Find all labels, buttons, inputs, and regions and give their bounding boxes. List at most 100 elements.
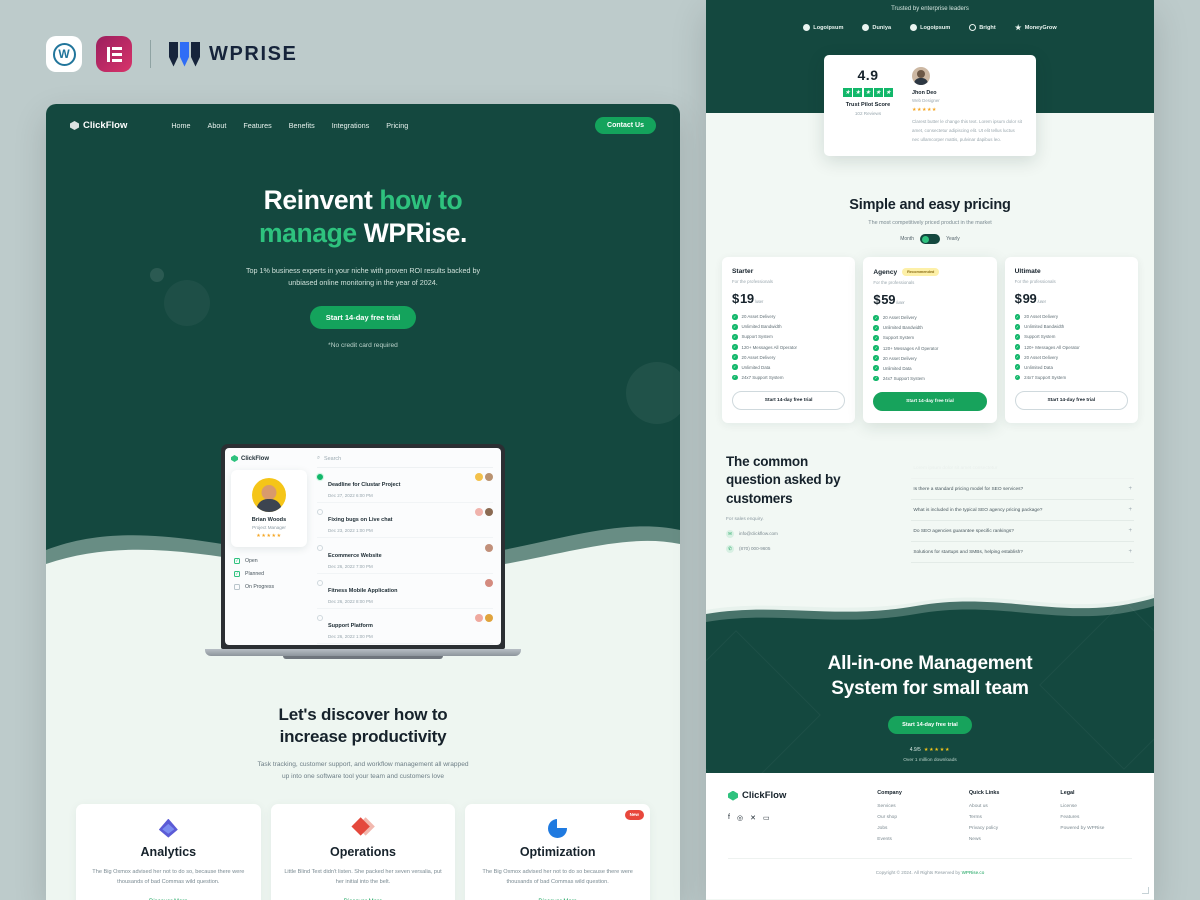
plan-per: /user [1037, 299, 1046, 304]
filter-label: On Progress [245, 583, 275, 590]
plan-per: /user [754, 299, 764, 304]
contact-email[interactable]: ✉ info@clickflow.com [726, 529, 897, 538]
copyright-link[interactable]: WPRise.co [962, 870, 985, 875]
footer-link[interactable]: Features [1060, 815, 1132, 820]
faq-title: The common question asked by customers [726, 453, 897, 508]
nav-item-features[interactable]: Features [243, 121, 271, 130]
facebook-icon[interactable]: f [728, 814, 730, 822]
plan-trial-button[interactable]: Start 14-day free trial [873, 392, 987, 412]
nav-item-benefits[interactable]: Benefits [289, 121, 315, 130]
toggle-switch[interactable] [920, 234, 941, 244]
hero-note: *No credit card required [328, 341, 398, 349]
footer-column-company: Company Services Our shop Jobs Events [877, 790, 949, 842]
rating-value: 4.9/5 [909, 747, 921, 754]
footer-link[interactable]: Jobs [877, 826, 949, 831]
plus-icon[interactable]: + [1128, 528, 1132, 534]
brand-bar: WPRISE [46, 36, 298, 72]
footer-link[interactable]: Terms [969, 815, 1041, 820]
footer-copyright: Copyright © 2024. All Rights Reserved by… [728, 858, 1132, 875]
plan-features: ✓ 20 Asset Delivery ✓ Unlimited Bandwidth … [1014, 314, 1080, 381]
nav-brand[interactable]: ClickFlow [70, 120, 127, 131]
discover-title-l1: Let's discover how to [278, 705, 448, 724]
logoipsum-icon [910, 24, 918, 31]
faq-item[interactable]: Solutions for startups and SMBs, helping… [911, 542, 1134, 564]
footer-link[interactable]: About us [969, 804, 1041, 809]
faq-question: Do SEO agencies guarantee specific ranki… [913, 528, 1014, 534]
plan-currency: $ [732, 291, 739, 306]
app-dashboard: ClickFlow Brian Woods Project Manager ★★… [225, 448, 501, 645]
filter-planned[interactable]: ✓ Planned [234, 570, 307, 577]
task-avatars [485, 543, 493, 552]
plan-trial-button[interactable]: Start 14-day free trial [1014, 391, 1128, 411]
faq-intro: The common question asked by customers F… [726, 453, 897, 563]
feature-card-analytics[interactable]: Analytics The Big Oxmox advised her not … [76, 803, 261, 900]
task-avatars [475, 613, 493, 622]
contact-us-button[interactable]: Contact Us [595, 117, 656, 134]
task-title: Support Platform [328, 622, 373, 629]
trusted-section: Trusted by enterprise leaders Logoipsum … [706, 0, 1154, 55]
testimonial-role: Web Designer [912, 98, 940, 103]
footer-link[interactable]: Powered by WPRise [1060, 826, 1132, 831]
youtube-icon[interactable]: ▭ [763, 814, 770, 822]
nav-item-home[interactable]: Home [171, 121, 190, 130]
wordpress-icon [46, 36, 82, 72]
plan-feature: Unlimited Data [1024, 364, 1053, 370]
task-title: Fixing bugs on Live chat [328, 517, 393, 524]
client-logo: Logoipsum [910, 24, 950, 31]
table-row[interactable]: Fixing bugs on Live chat Dec 23, 2022 1:… [317, 503, 493, 539]
plan-amount: 59 [881, 292, 896, 307]
footer-logo[interactable]: ClickFlow [728, 790, 857, 801]
filter-open[interactable]: ✓ Open [234, 557, 307, 564]
plan-name: Starter [732, 268, 754, 275]
client-logos: Logoipsum Duniya Logoipsum Bright MoneyG… [706, 24, 1154, 55]
instagram-icon[interactable]: ◎ [737, 814, 743, 822]
discover-sub-l1: Task tracking, customer support, and wor… [257, 761, 469, 769]
feature-card-optimization[interactable]: New Optimization The Big Oxmox advised h… [465, 803, 651, 900]
footer-link[interactable]: License [1060, 804, 1132, 809]
table-row[interactable]: Fitness Mobile Application Dec 26, 2022 … [317, 574, 493, 609]
faq-item[interactable]: Is there a standard pricing model for SE… [911, 479, 1134, 501]
resize-handle[interactable] [1142, 887, 1149, 895]
table-row[interactable]: Ecommerce Website Dec 26, 2022 7:00 PM [317, 538, 493, 574]
plus-icon[interactable]: + [1128, 486, 1132, 492]
table-row[interactable]: Support Platform Dec 26, 2022 1:00 PM [317, 609, 493, 644]
plan-trial-button[interactable]: Start 14-day free trial [732, 391, 846, 411]
plan-card-agency: Agency Recommended For the professionals … [863, 257, 997, 424]
cta-trial-button[interactable]: Start 14-day free trial [888, 716, 972, 735]
task-date: Dec 26, 2022 8:00 PM [328, 598, 373, 604]
footer-link[interactable]: Our shop [877, 815, 949, 820]
nav-menu: Home About Features Benefits Integration… [171, 121, 408, 130]
faq-item[interactable]: What is included in the typical SEO agen… [911, 500, 1134, 522]
nav-item-pricing[interactable]: Pricing [386, 121, 408, 130]
app-search-input[interactable]: ⌕ Search [317, 455, 493, 468]
faq-title-l3: customers [726, 490, 793, 506]
footer-link[interactable]: Events [877, 837, 949, 842]
contact-phone[interactable]: ✆ (870) 000-9605 [726, 544, 897, 553]
task-title: Deadline for Clustar Project [328, 482, 401, 489]
nav-brand-label: ClickFlow [83, 120, 128, 131]
feature-card-operations[interactable]: Operations Little Blind Text didn't list… [270, 803, 456, 900]
table-row[interactable]: Deadline for Clustar Project Dec 27, 202… [317, 468, 493, 504]
billing-toggle[interactable]: Month Yearly [726, 234, 1134, 244]
plus-icon[interactable]: + [1128, 507, 1132, 513]
footer-link[interactable]: Privacy policy [969, 826, 1041, 831]
footer-link[interactable]: News [969, 837, 1041, 842]
hero-trial-button[interactable]: Start 14-day free trial [309, 305, 417, 329]
nav-item-about[interactable]: About [208, 121, 227, 130]
plan-feature: Support System [882, 335, 915, 341]
cta-downloads: Over 1 million downloads [903, 758, 957, 764]
x-icon[interactable]: ✕ [750, 814, 756, 822]
table-row[interactable]: Live Chat Application Dec 23, 2022 2:00 … [317, 644, 493, 645]
faq-item[interactable]: Do SEO agencies guarantee specific ranki… [911, 521, 1134, 543]
plus-icon[interactable]: + [1128, 549, 1132, 555]
faq-item-ghost: Lorem ipsum dolor sit amet consectetur [911, 459, 1134, 480]
filter-on-progress[interactable]: On Progress [234, 583, 307, 590]
plan-price: $59/user [873, 292, 986, 307]
nav-item-integrations[interactable]: Integrations [332, 121, 370, 130]
plan-card-ultimate: Ultimate For the professionals $99/user … [1004, 257, 1138, 424]
plan-feature: Support System [741, 334, 773, 340]
laptop-foot [283, 656, 443, 659]
footer-link[interactable]: Services [877, 804, 949, 809]
footer-column-title: Company [877, 790, 902, 797]
sales-label: For sales enquiry. [726, 516, 764, 522]
